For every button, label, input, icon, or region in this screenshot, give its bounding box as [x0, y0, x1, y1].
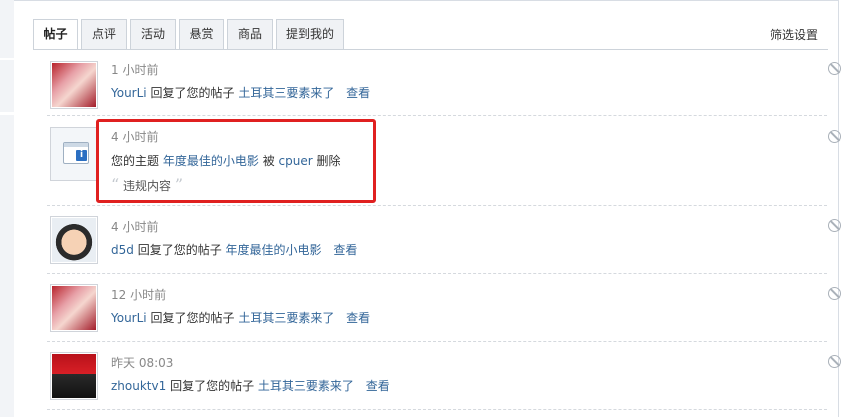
- post-link[interactable]: 年度最佳的小电影: [226, 243, 322, 257]
- action-text: 回复了您的帖子: [150, 311, 235, 325]
- tab-products[interactable]: 商品: [227, 19, 273, 49]
- user-link[interactable]: d5d: [111, 243, 134, 257]
- notification-item: 昨天 08:03 zhouktv1 回复了您的帖子 土耳其三要素来了 查看: [47, 343, 841, 410]
- left-gutter: [0, 0, 15, 417]
- gutter-panel: [0, 0, 15, 58]
- notification-item: 1 小时前 YourLi 回复了您的帖子 土耳其三要素来了 查看: [47, 53, 841, 116]
- notification-text: YourLi 回复了您的帖子 土耳其三要素来了 查看: [111, 309, 370, 326]
- view-link[interactable]: 查看: [366, 379, 390, 393]
- gutter-panel: [0, 115, 15, 417]
- view-link[interactable]: 查看: [346, 311, 370, 325]
- anime-girl-avatar[interactable]: [50, 284, 98, 332]
- annotation-highlight-box: [96, 119, 376, 203]
- block-icon[interactable]: [828, 355, 841, 368]
- post-link[interactable]: 土耳其三要素来了: [238, 311, 334, 325]
- action-text: 回复了您的帖子: [150, 86, 235, 100]
- filter-settings-link[interactable]: 筛选设置: [770, 26, 818, 43]
- block-icon[interactable]: [828, 219, 841, 232]
- block-icon[interactable]: [828, 130, 841, 143]
- user-link[interactable]: zhouktv1: [111, 379, 166, 393]
- view-link[interactable]: 查看: [346, 86, 370, 100]
- info-icon: i: [76, 150, 87, 161]
- block-icon[interactable]: [828, 62, 841, 75]
- post-link[interactable]: 土耳其三要素来了: [258, 379, 354, 393]
- tab-divider: [33, 49, 828, 50]
- tab-posts[interactable]: 帖子: [33, 19, 78, 50]
- notification-item: 12 小时前 YourLi 回复了您的帖子 土耳其三要素来了 查看: [47, 275, 841, 342]
- tab-mentions[interactable]: 提到我的: [276, 19, 344, 49]
- notification-time: 昨天 08:03: [111, 356, 174, 370]
- anime-girl-avatar[interactable]: [50, 61, 98, 109]
- user-link[interactable]: YourLi: [111, 86, 147, 100]
- notification-text: d5d 回复了您的帖子 年度最佳的小电影 查看: [111, 241, 357, 258]
- notification-time: 12 小时前: [111, 288, 167, 302]
- tab-bounty[interactable]: 悬赏: [179, 19, 224, 49]
- card-icon: i: [63, 142, 89, 164]
- notification-time: 4 小时前: [111, 220, 159, 234]
- gutter-panel: [0, 60, 15, 112]
- action-text: 回复了您的帖子: [137, 243, 222, 257]
- cartoon-kid-avatar[interactable]: [50, 216, 98, 264]
- system-notice-icon: i: [50, 127, 98, 181]
- notification-time: 1 小时前: [111, 63, 159, 77]
- tab-events[interactable]: 活动: [130, 19, 176, 49]
- notification-text: YourLi 回复了您的帖子 土耳其三要素来了 查看: [111, 84, 370, 101]
- notification-text: zhouktv1 回复了您的帖子 土耳其三要素来了 查看: [111, 377, 390, 394]
- notification-panel: 帖子 点评 活动 悬赏 商品 提到我的 筛选设置 1 小时前 YourLi 回复…: [14, 0, 841, 418]
- man-in-suit-avatar[interactable]: [50, 352, 98, 400]
- block-icon[interactable]: [828, 287, 841, 300]
- user-link[interactable]: YourLi: [111, 311, 147, 325]
- notification-item: 4 小时前 d5d 回复了您的帖子 年度最佳的小电影 查看: [47, 207, 841, 274]
- action-text: 回复了您的帖子: [170, 379, 255, 393]
- tab-reviews[interactable]: 点评: [81, 19, 127, 49]
- post-link[interactable]: 土耳其三要素来了: [238, 86, 334, 100]
- view-link[interactable]: 查看: [333, 243, 357, 257]
